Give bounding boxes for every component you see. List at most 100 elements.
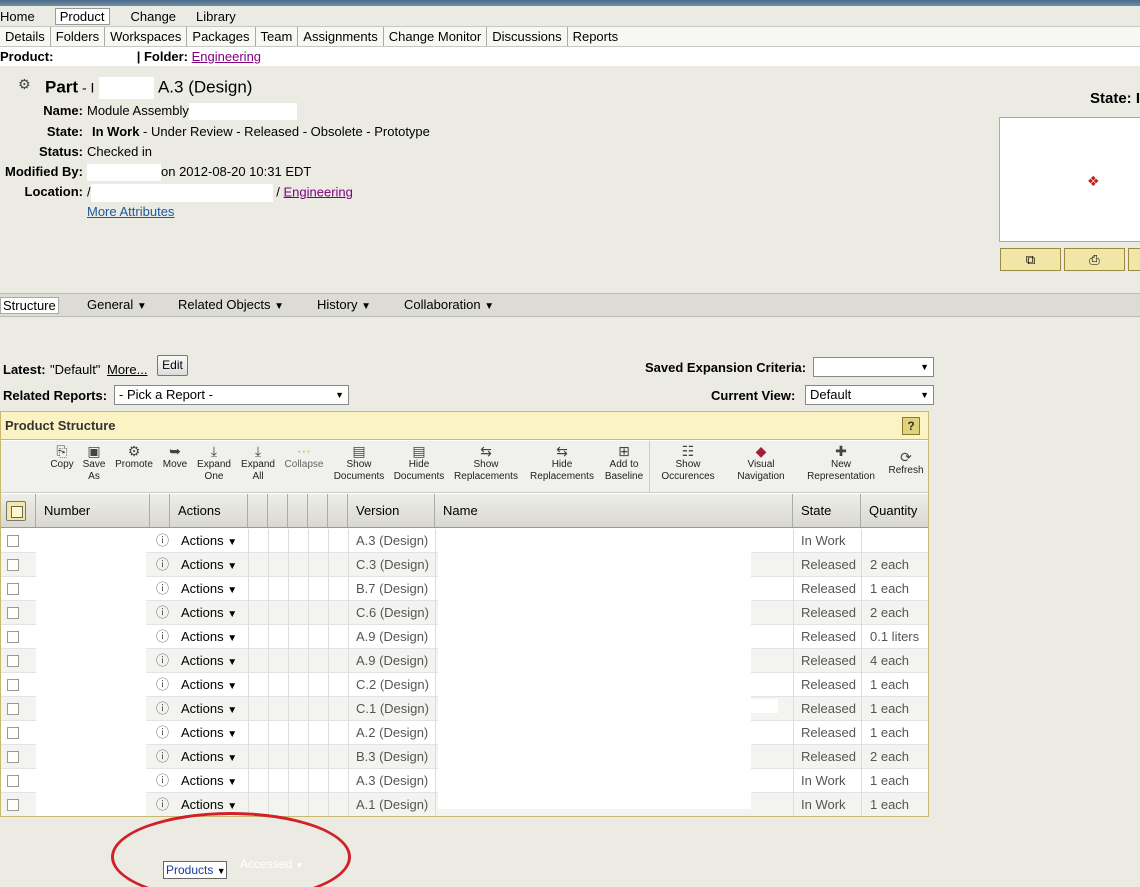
refresh-button[interactable]: ⟳ Refresh xyxy=(885,449,927,477)
row-checkbox[interactable] xyxy=(7,631,19,643)
accessed-menu[interactable]: Accessed ▼ xyxy=(240,857,303,871)
thumbnail-print-button[interactable]: ⎙ xyxy=(1064,248,1125,271)
row-quantity: 1 each xyxy=(870,581,910,596)
info-icon[interactable]: ⓘ xyxy=(156,673,169,697)
info-icon[interactable]: ⓘ xyxy=(156,793,169,816)
more-attributes-link[interactable]: More Attributes xyxy=(87,204,174,219)
tab-history[interactable]: History ▼ xyxy=(317,297,371,312)
row-version: A.9 (Design) xyxy=(356,629,429,644)
tab-collaboration[interactable]: Collaboration ▼ xyxy=(404,297,494,312)
row-checkbox[interactable] xyxy=(7,655,19,667)
visual-navigation-button[interactable]: ◆ Visual Navigation xyxy=(731,443,791,483)
row-checkbox[interactable] xyxy=(7,703,19,715)
promote-button[interactable]: ⚙ Promote xyxy=(111,443,157,471)
thumbnail-view-button[interactable]: ⧉ xyxy=(1000,248,1061,271)
row-actions-menu[interactable]: Actions ▼ xyxy=(181,697,237,721)
submenu-packages[interactable]: Packages xyxy=(187,27,256,46)
select-all-checkbox[interactable] xyxy=(6,501,26,521)
help-icon[interactable]: ? xyxy=(902,417,920,435)
edit-button[interactable]: Edit xyxy=(157,355,188,376)
tab-structure[interactable]: Structure xyxy=(0,297,59,314)
expand-all-button[interactable]: ⤓ Expand All xyxy=(238,443,278,483)
copy-button[interactable]: ⎘ Copy xyxy=(47,443,77,471)
hide-replacements-button[interactable]: ⇆ Hide Replacements xyxy=(526,443,598,483)
gear-icon[interactable]: ⚙ xyxy=(18,76,31,93)
info-icon[interactable]: ⓘ xyxy=(156,577,169,601)
row-actions-menu[interactable]: Actions ▼ xyxy=(181,529,237,553)
row-actions-menu[interactable]: Actions ▼ xyxy=(181,649,237,673)
caret-down-icon: ▼ xyxy=(227,729,238,740)
folder-engineering-link[interactable]: Engineering xyxy=(192,49,261,64)
collapse-button[interactable]: ⋯ Collapse xyxy=(281,443,327,471)
info-icon[interactable]: ⓘ xyxy=(156,625,169,649)
row-checkbox[interactable] xyxy=(7,799,19,811)
submenu-assignments[interactable]: Assignments xyxy=(298,27,384,46)
row-actions-menu[interactable]: Actions ▼ xyxy=(181,625,237,649)
row-checkbox[interactable] xyxy=(7,535,19,547)
show-occurences-button[interactable]: ☷ Show Occurences xyxy=(655,443,721,483)
info-icon[interactable]: ⓘ xyxy=(156,553,169,577)
submenu-details[interactable]: Details xyxy=(0,27,51,46)
hide-documents-button[interactable]: ▤ Hide Documents xyxy=(391,443,447,483)
row-state: Released xyxy=(801,605,856,620)
save-as-button[interactable]: ▣ Save As xyxy=(79,443,109,483)
row-quantity: 2 each xyxy=(870,557,910,572)
info-icon[interactable]: ⓘ xyxy=(156,649,169,673)
more-link[interactable]: More... xyxy=(107,362,147,377)
saved-expansion-select[interactable]: ▼ xyxy=(813,357,934,377)
info-icon[interactable]: ⓘ xyxy=(156,769,169,793)
row-actions-menu[interactable]: Actions ▼ xyxy=(181,745,237,769)
row-actions-menu[interactable]: Actions ▼ xyxy=(181,769,237,793)
row-checkbox[interactable] xyxy=(7,583,19,595)
related-reports-select[interactable]: - Pick a Report - ▼ xyxy=(114,385,349,405)
tab-related-objects[interactable]: Related Objects ▼ xyxy=(178,297,284,312)
row-actions-menu[interactable]: Actions ▼ xyxy=(181,577,237,601)
info-icon[interactable]: ⓘ xyxy=(156,697,169,721)
new-representation-button[interactable]: ✚ New Representation xyxy=(801,443,881,483)
current-view-select[interactable]: Default ▼ xyxy=(805,385,934,405)
row-actions-menu[interactable]: Actions ▼ xyxy=(181,673,237,697)
menu-product[interactable]: Product xyxy=(54,7,110,25)
add-to-baseline-button[interactable]: ⊞ Add to Baseline xyxy=(601,443,647,483)
expand-one-button[interactable]: ⤓ Expand One xyxy=(194,443,234,483)
menu-library[interactable]: Library xyxy=(196,8,236,25)
row-checkbox[interactable] xyxy=(7,727,19,739)
column-version[interactable]: Version xyxy=(348,494,435,527)
row-actions-menu[interactable]: Actions ▼ xyxy=(181,721,237,745)
submenu-folders[interactable]: Folders xyxy=(51,27,106,46)
tab-general[interactable]: General ▼ xyxy=(87,297,147,312)
row-checkbox[interactable] xyxy=(7,607,19,619)
submenu-change-monitor[interactable]: Change Monitor xyxy=(384,27,488,46)
row-checkbox[interactable] xyxy=(7,679,19,691)
row-checkbox[interactable] xyxy=(7,559,19,571)
submenu-reports[interactable]: Reports xyxy=(568,27,624,46)
row-quantity: 1 each xyxy=(870,701,910,716)
chevron-down-icon: ▼ xyxy=(335,390,344,400)
thumbnail-viewer[interactable]: ❖ xyxy=(999,117,1140,242)
info-icon[interactable]: ⓘ xyxy=(156,529,169,553)
menu-change[interactable]: Change xyxy=(131,8,177,25)
info-icon[interactable]: ⓘ xyxy=(156,745,169,769)
info-icon[interactable]: ⓘ xyxy=(156,601,169,625)
column-state[interactable]: State xyxy=(793,494,861,527)
row-actions-menu[interactable]: Actions ▼ xyxy=(181,601,237,625)
products-menu-button[interactable]: Products ▼ xyxy=(163,861,227,879)
column-quantity[interactable]: Quantity xyxy=(861,494,928,527)
column-number[interactable]: Number xyxy=(36,494,150,527)
column-actions[interactable]: Actions xyxy=(170,494,248,527)
submenu-workspaces[interactable]: Workspaces xyxy=(105,27,188,46)
row-checkbox[interactable] xyxy=(7,775,19,787)
move-button[interactable]: ➥ Move xyxy=(158,443,192,471)
location-engineering-link[interactable]: Engineering xyxy=(284,184,353,199)
info-icon[interactable]: ⓘ xyxy=(156,721,169,745)
row-checkbox[interactable] xyxy=(7,751,19,763)
menu-home[interactable]: Home xyxy=(0,8,35,25)
caret-down-icon: ▼ xyxy=(227,777,238,788)
show-replacements-button[interactable]: ⇆ Show Replacements xyxy=(451,443,521,483)
column-name[interactable]: Name xyxy=(435,494,793,527)
row-actions-menu[interactable]: Actions ▼ xyxy=(181,553,237,577)
show-documents-button[interactable]: ▤ Show Documents xyxy=(331,443,387,483)
submenu-team[interactable]: Team xyxy=(256,27,299,46)
submenu-discussions[interactable]: Discussions xyxy=(487,27,568,46)
thumbnail-more-button[interactable] xyxy=(1128,248,1140,271)
